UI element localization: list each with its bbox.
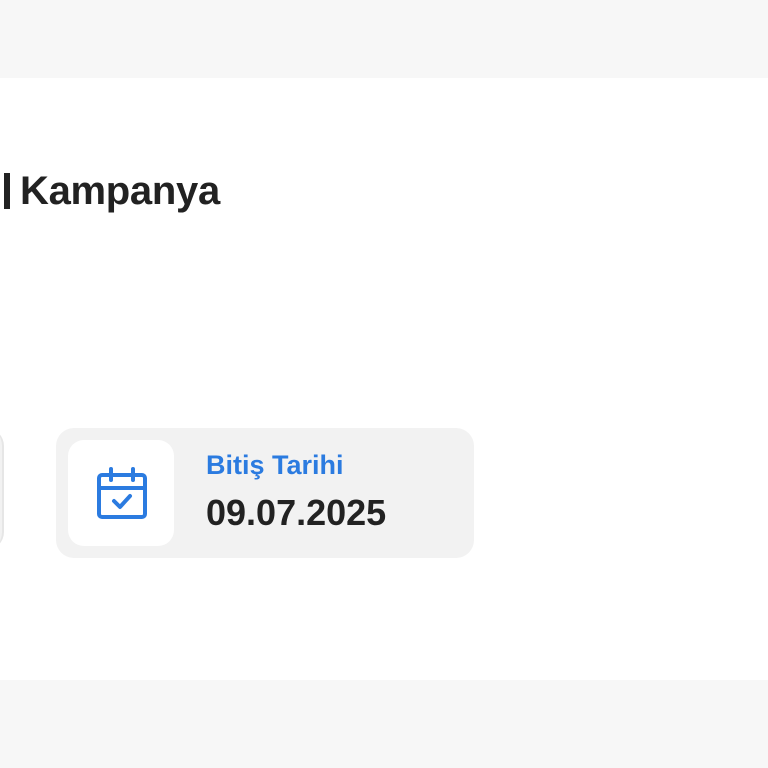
end-date-tile: Bitiş Tarihi 09.07.2025 bbox=[56, 428, 474, 558]
calendar-check-icon bbox=[97, 467, 147, 519]
title-accent-bar bbox=[4, 173, 10, 210]
end-date-label: Bitiş Tarihi bbox=[206, 450, 344, 480]
end-date-value: 09.07.2025 bbox=[206, 492, 387, 533]
page: Kampanya Bitiş Tarihi 09.07.2025 bbox=[0, 0, 768, 768]
calendar-icon-box bbox=[68, 440, 174, 546]
campaign-title: Kampanya bbox=[4, 166, 220, 216]
start-date-tile bbox=[0, 428, 4, 550]
campaign-title-text: Kampanya bbox=[20, 169, 220, 213]
